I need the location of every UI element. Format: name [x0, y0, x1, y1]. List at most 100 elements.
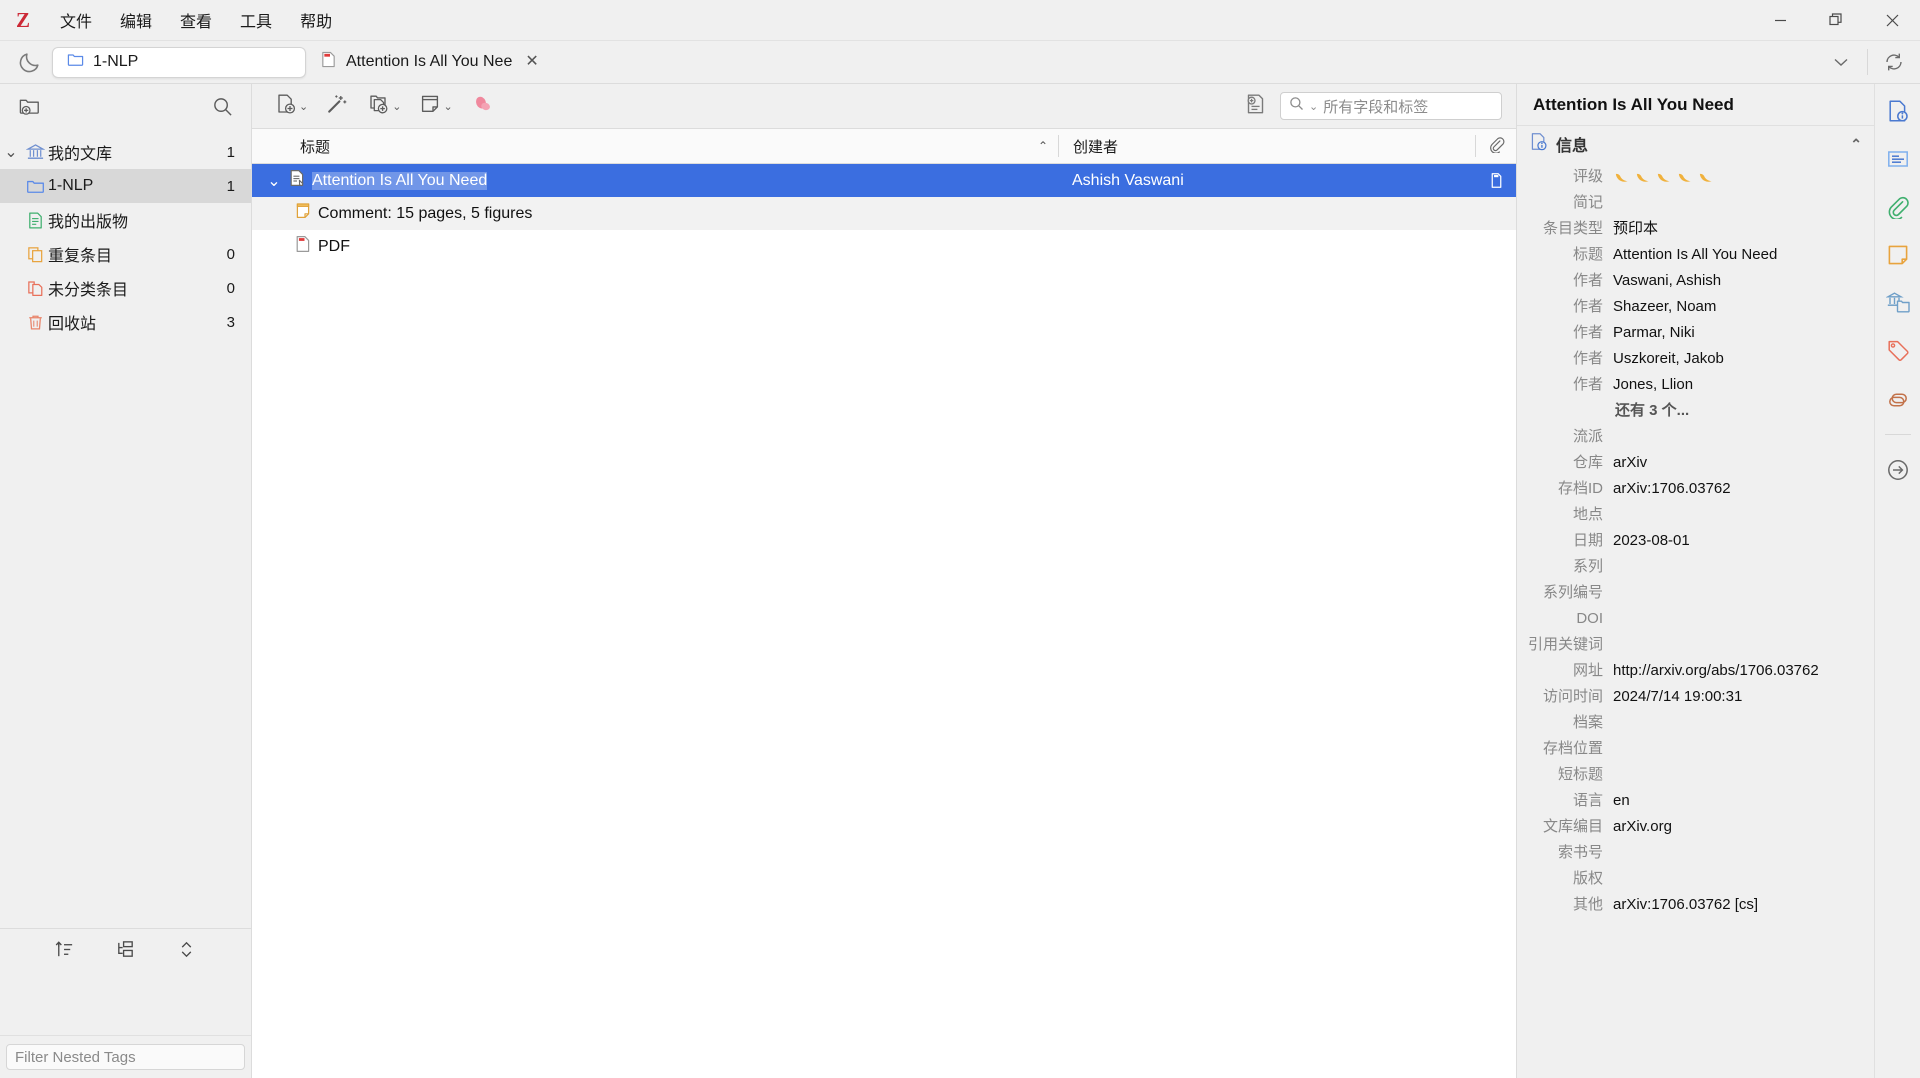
menu-file[interactable]: 文件 — [46, 0, 106, 40]
field-row[interactable]: 日期 2023-08-01 — [1517, 528, 1874, 554]
new-collection-icon[interactable] — [18, 95, 41, 118]
field-value[interactable]: arXiv:1706.03762 — [1613, 477, 1862, 501]
info-pane-icon[interactable] — [1881, 94, 1915, 128]
field-row[interactable]: 作者 Shazeer, Noam — [1517, 294, 1874, 320]
menu-view[interactable]: 查看 — [166, 0, 226, 40]
advanced-search-icon[interactable] — [1244, 92, 1268, 121]
more-creators-link[interactable]: 还有 3 个... — [1613, 399, 1862, 423]
field-value[interactable]: Parmar, Niki — [1613, 321, 1862, 345]
field-row[interactable]: 版权 — [1517, 866, 1874, 892]
add-attachment-button[interactable]: ⌄ — [359, 90, 410, 122]
field-row[interactable]: 作者 Jones, Llion — [1517, 372, 1874, 398]
field-value[interactable]: 2023-08-01 — [1613, 529, 1862, 553]
rating-stars[interactable] — [1613, 165, 1862, 189]
tab-library[interactable]: 1-NLP — [52, 46, 306, 78]
field-row[interactable]: 仓库 arXiv — [1517, 450, 1874, 476]
menu-help[interactable]: 帮助 — [286, 0, 346, 40]
field-row[interactable]: 作者 Parmar, Niki — [1517, 320, 1874, 346]
new-item-button[interactable]: ⌄ — [266, 90, 317, 122]
field-row[interactable]: 作者 Vaswani, Ashish — [1517, 268, 1874, 294]
close-window-button[interactable] — [1864, 0, 1920, 40]
field-value[interactable]: arXiv.org — [1613, 815, 1862, 839]
field-row[interactable]: 作者 Uszkoreit, Jakob — [1517, 346, 1874, 372]
field-row[interactable]: 存档位置 — [1517, 736, 1874, 762]
add-by-identifier-button[interactable] — [317, 90, 359, 122]
field-row[interactable]: 文库编目 arXiv.org — [1517, 814, 1874, 840]
tab-item-reader[interactable]: Attention Is All You Nee ✕ — [306, 47, 553, 78]
field-label: 流派 — [1572, 428, 1603, 445]
new-note-button[interactable]: ⌄ — [410, 90, 461, 122]
field-value[interactable]: http://arxiv.org/abs/1706.03762 — [1613, 659, 1862, 683]
locate-pane-icon[interactable] — [1881, 453, 1915, 487]
attachments-pane-icon[interactable] — [1881, 190, 1915, 224]
field-row[interactable]: DOI — [1517, 606, 1874, 632]
field-value[interactable]: en — [1613, 789, 1862, 813]
collapse-section-icon[interactable]: ⌃ — [1850, 136, 1862, 153]
plugin-button[interactable] — [462, 90, 504, 122]
search-input[interactable]: ⌄ 所有字段和标签 — [1280, 92, 1502, 120]
field-row[interactable]: 条目类型 预印本 — [1517, 216, 1874, 242]
field-row[interactable]: 存档ID arXiv:1706.03762 — [1517, 476, 1874, 502]
sidebar-item-duplicates[interactable]: 重复条目 0 — [0, 237, 251, 271]
table-row[interactable]: PDF — [252, 230, 1516, 263]
field-value[interactable]: Vaswani, Ashish — [1613, 269, 1862, 293]
tag-sort-icon[interactable] — [54, 939, 75, 965]
field-row[interactable]: 标题 Attention Is All You Need — [1517, 242, 1874, 268]
field-row[interactable]: 语言 en — [1517, 788, 1874, 814]
field-value[interactable] — [1613, 165, 1862, 189]
sidebar-item-my-library[interactable]: ⌄ 我的文库 1 — [0, 135, 251, 169]
maximize-restore-button[interactable] — [1808, 0, 1864, 40]
field-row[interactable]: 短标题 — [1517, 762, 1874, 788]
field-row[interactable]: 档案 — [1517, 710, 1874, 736]
field-row[interactable]: 网址 http://arxiv.org/abs/1706.03762 — [1517, 658, 1874, 684]
field-value[interactable]: 2024/7/14 19:00:31 — [1613, 685, 1862, 709]
field-value[interactable]: Shazeer, Noam — [1613, 295, 1862, 319]
moon-icon[interactable] — [6, 45, 52, 79]
field-value[interactable]: Uszkoreit, Jakob — [1613, 347, 1862, 371]
minimize-button[interactable] — [1752, 0, 1808, 40]
sync-icon[interactable] — [1868, 41, 1920, 83]
table-row[interactable]: ⌄ Attention Is All You Need Ashish Vaswa… — [252, 164, 1516, 197]
field-value[interactable]: 预印本 — [1613, 217, 1862, 241]
field-value[interactable]: arXiv:1706.03762 [cs] — [1613, 893, 1862, 917]
close-icon[interactable]: ✕ — [525, 54, 538, 70]
column-attachment[interactable] — [1476, 136, 1516, 157]
field-row[interactable]: 地点 — [1517, 502, 1874, 528]
attachment-badge-icon[interactable] — [1476, 172, 1516, 189]
tag-filter-input[interactable] — [6, 1044, 245, 1070]
table-row[interactable]: Comment: 15 pages, 5 figures — [252, 197, 1516, 230]
menu-edit[interactable]: 编辑 — [106, 0, 166, 40]
column-title[interactable]: 标题 ⌃ — [252, 129, 1058, 163]
tag-nested-icon[interactable] — [115, 939, 136, 965]
tags-pane-icon[interactable] — [1881, 334, 1915, 368]
field-row[interactable]: 其他 arXiv:1706.03762 [cs] — [1517, 892, 1874, 918]
field-row[interactable]: 引用关键词 — [1517, 632, 1874, 658]
chevron-down-icon[interactable]: ⌄ — [1309, 100, 1318, 113]
sidebar-item-1-nlp[interactable]: 1-NLP 1 — [0, 169, 251, 203]
field-row[interactable]: 流派 — [1517, 424, 1874, 450]
related-pane-icon[interactable] — [1881, 382, 1915, 416]
sidebar-item-my-publications[interactable]: 我的出版物 — [0, 203, 251, 237]
field-row[interactable]: 索书号 — [1517, 840, 1874, 866]
notes-pane-icon[interactable] — [1881, 238, 1915, 272]
field-row-more-creators[interactable]: 还有 3 个... — [1517, 398, 1874, 424]
field-value[interactable]: Jones, Llion — [1613, 373, 1862, 397]
sidebar-item-trash[interactable]: 回收站 3 — [0, 305, 251, 339]
chevron-down-icon[interactable] — [1815, 41, 1867, 83]
field-row[interactable]: 访问时间 2024/7/14 19:00:31 — [1517, 684, 1874, 710]
field-value[interactable]: Attention Is All You Need — [1613, 243, 1862, 267]
field-row[interactable]: 简记 — [1517, 190, 1874, 216]
chevron-down-icon[interactable]: ⌄ — [0, 142, 22, 162]
menu-tools[interactable]: 工具 — [226, 0, 286, 40]
chevron-down-icon[interactable]: ⌄ — [266, 171, 282, 191]
field-row[interactable]: 系列编号 — [1517, 580, 1874, 606]
info-section-header[interactable]: 信息 ⌃ — [1517, 126, 1874, 162]
search-icon[interactable] — [212, 96, 233, 117]
field-row[interactable]: 系列 — [1517, 554, 1874, 580]
field-value[interactable]: arXiv — [1613, 451, 1862, 475]
tag-expand-icon[interactable] — [176, 939, 197, 965]
column-creator[interactable]: 创建者 — [1059, 129, 1475, 163]
libraries-collections-pane-icon[interactable] — [1881, 286, 1915, 320]
abstract-pane-icon[interactable] — [1881, 142, 1915, 176]
sidebar-item-unfiled[interactable]: 未分类条目 0 — [0, 271, 251, 305]
